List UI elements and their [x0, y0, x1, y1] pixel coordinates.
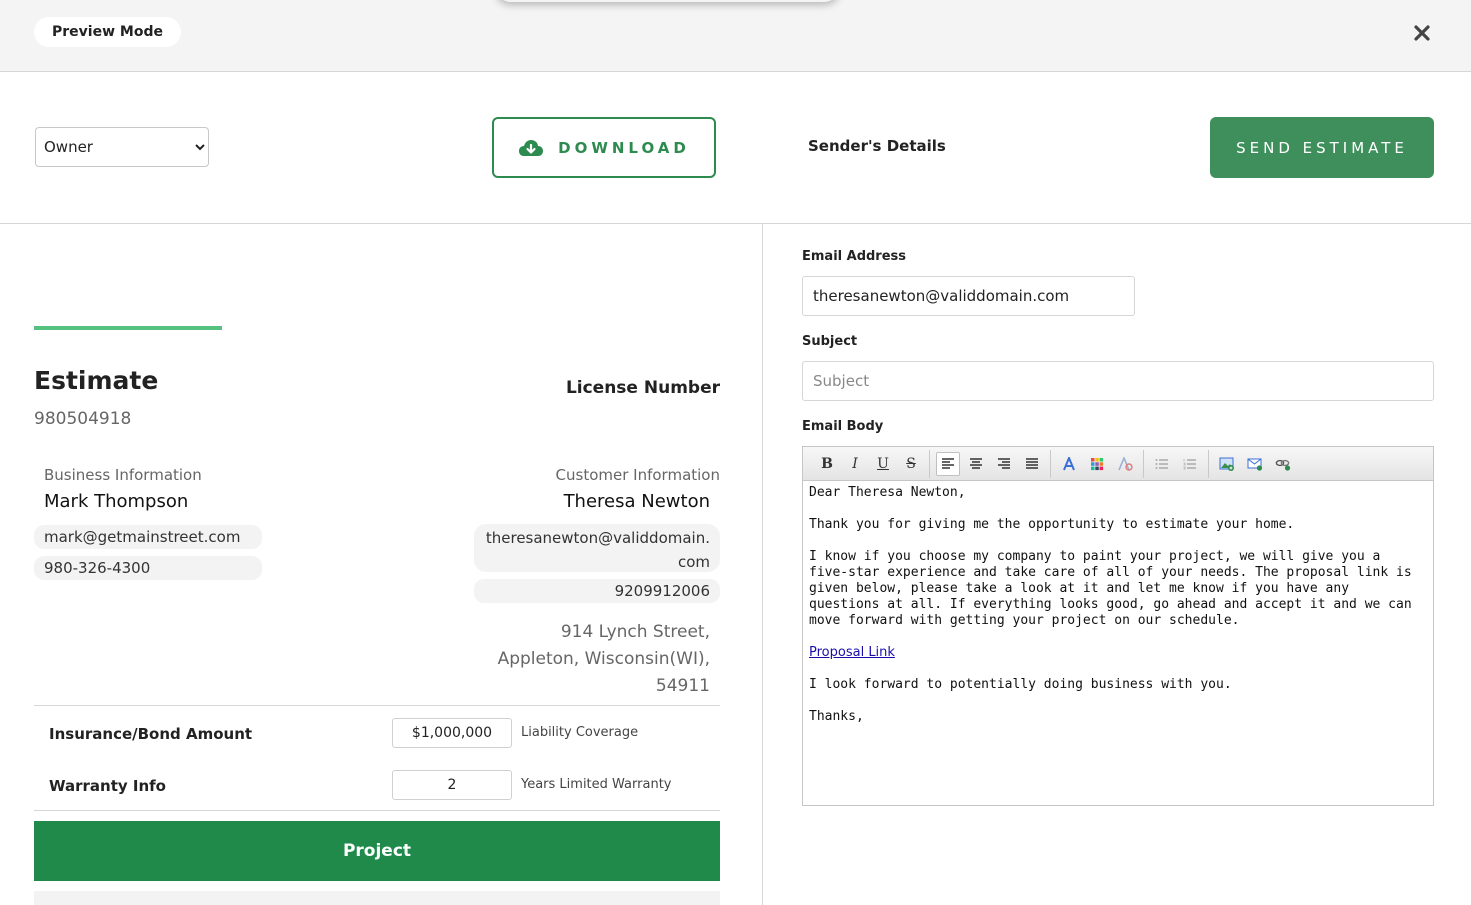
email-paragraph-3: I look forward to potentially doing busi… — [809, 677, 1232, 692]
font-style-icon — [1063, 456, 1075, 470]
numbered-list-icon — [1183, 458, 1196, 469]
email-address-input[interactable] — [802, 276, 1135, 316]
customer-phone: 9209912006 — [474, 579, 720, 603]
align-center-button[interactable] — [964, 452, 988, 476]
license-number-label: License Number — [565, 378, 720, 398]
insert-group — [1209, 450, 1301, 478]
panel-divider — [762, 224, 763, 905]
insert-link-button[interactable] — [1271, 452, 1295, 476]
address-line-2: Appleton, Wisconsin(WI), — [497, 649, 710, 669]
business-phone: 980-326-4300 — [34, 556, 262, 580]
project-section-body — [34, 891, 720, 905]
send-estimate-button[interactable]: SEND ESTIMATE — [1210, 117, 1434, 178]
justify-icon — [1026, 457, 1038, 469]
warranty-suffix: Years Limited Warranty — [521, 777, 672, 792]
senders-details-label: Sender's Details — [808, 137, 946, 155]
subject-label: Subject — [802, 334, 858, 349]
align-center-icon — [970, 457, 982, 469]
divider — [34, 810, 720, 811]
close-button[interactable] — [1408, 20, 1436, 46]
business-name: Mark Thompson — [44, 491, 189, 512]
customer-name: Theresa Newton — [563, 491, 710, 512]
remove-format-icon — [1118, 456, 1133, 471]
warranty-years-input[interactable] — [392, 770, 512, 800]
underline-button[interactable]: U — [871, 452, 895, 476]
estimate-title: Estimate — [34, 366, 159, 395]
remove-format-button[interactable] — [1113, 452, 1137, 476]
insert-image-icon — [1219, 457, 1234, 471]
proposal-link[interactable]: Proposal Link — [809, 645, 895, 660]
email-closing: Thanks, — [809, 709, 864, 724]
address-line-1: 914 Lynch Street, — [560, 622, 710, 642]
font-style-button[interactable] — [1057, 452, 1081, 476]
align-left-icon — [942, 457, 954, 469]
action-row: Owner DOWNLOAD Sender's Details SEND EST… — [0, 72, 1471, 224]
divider — [34, 705, 720, 706]
subject-input[interactable] — [802, 361, 1434, 401]
business-email: mark@getmainstreet.com — [34, 525, 262, 549]
cloud-download-icon — [519, 139, 544, 156]
align-group — [930, 449, 1051, 478]
close-icon — [1414, 25, 1430, 41]
role-select[interactable]: Owner — [35, 127, 209, 167]
ordered-list-button[interactable] — [1178, 452, 1202, 476]
email-paragraph-2: I know if you choose my company to paint… — [809, 549, 1412, 628]
insert-email-button[interactable] — [1243, 452, 1267, 476]
insurance-amount-input[interactable] — [392, 718, 512, 748]
align-left-button[interactable] — [936, 451, 960, 476]
estimate-number: 980504918 — [34, 409, 132, 429]
editor-toolbar: B I U S — [803, 447, 1433, 481]
align-right-icon — [998, 457, 1010, 469]
preview-mode-badge: Preview Mode — [34, 17, 181, 47]
format-group: B I U S — [809, 449, 930, 478]
customer-info-label: Customer Information — [555, 466, 720, 484]
customer-address: 914 Lynch Street, Appleton, Wisconsin(WI… — [420, 619, 710, 700]
estimate-accent-bar — [34, 326, 222, 330]
email-body-editor[interactable]: B I U S Dear Theresa Newton, Thank you f… — [802, 446, 1434, 806]
email-greeting: Dear Theresa Newton, — [809, 485, 966, 500]
download-button[interactable]: DOWNLOAD — [492, 117, 716, 178]
strikethrough-button[interactable]: S — [899, 452, 923, 476]
envelope-icon — [1247, 458, 1263, 471]
bold-button[interactable]: B — [815, 452, 839, 476]
business-info-label: Business Information — [44, 466, 202, 484]
insurance-suffix: Liability Coverage — [521, 725, 639, 740]
address-line-3: 54911 — [655, 676, 710, 696]
color-palette-icon — [1091, 457, 1104, 470]
insurance-label: Insurance/Bond Amount — [49, 725, 253, 743]
editor-content[interactable]: Dear Theresa Newton, Thank you for givin… — [803, 481, 1433, 745]
unordered-list-button[interactable] — [1150, 452, 1174, 476]
download-label: DOWNLOAD — [558, 138, 690, 157]
email-body-label: Email Body — [802, 419, 884, 434]
text-color-button[interactable] — [1085, 452, 1109, 476]
italic-button[interactable]: I — [843, 452, 867, 476]
project-section-header[interactable]: Project — [34, 821, 720, 881]
style-group — [1051, 449, 1144, 478]
link-icon — [1275, 459, 1291, 471]
email-address-label: Email Address — [802, 249, 907, 264]
top-tab-shadow — [495, 0, 840, 2]
list-group — [1144, 449, 1209, 478]
insert-image-button[interactable] — [1215, 452, 1239, 476]
customer-email: theresanewton@validdomain.com — [474, 524, 720, 572]
top-bar: Preview Mode — [0, 0, 1471, 72]
bullet-list-icon — [1155, 458, 1168, 469]
align-right-button[interactable] — [992, 452, 1016, 476]
warranty-label: Warranty Info — [49, 777, 166, 795]
justify-button[interactable] — [1020, 452, 1044, 476]
email-paragraph-1: Thank you for giving me the opportunity … — [809, 517, 1295, 532]
